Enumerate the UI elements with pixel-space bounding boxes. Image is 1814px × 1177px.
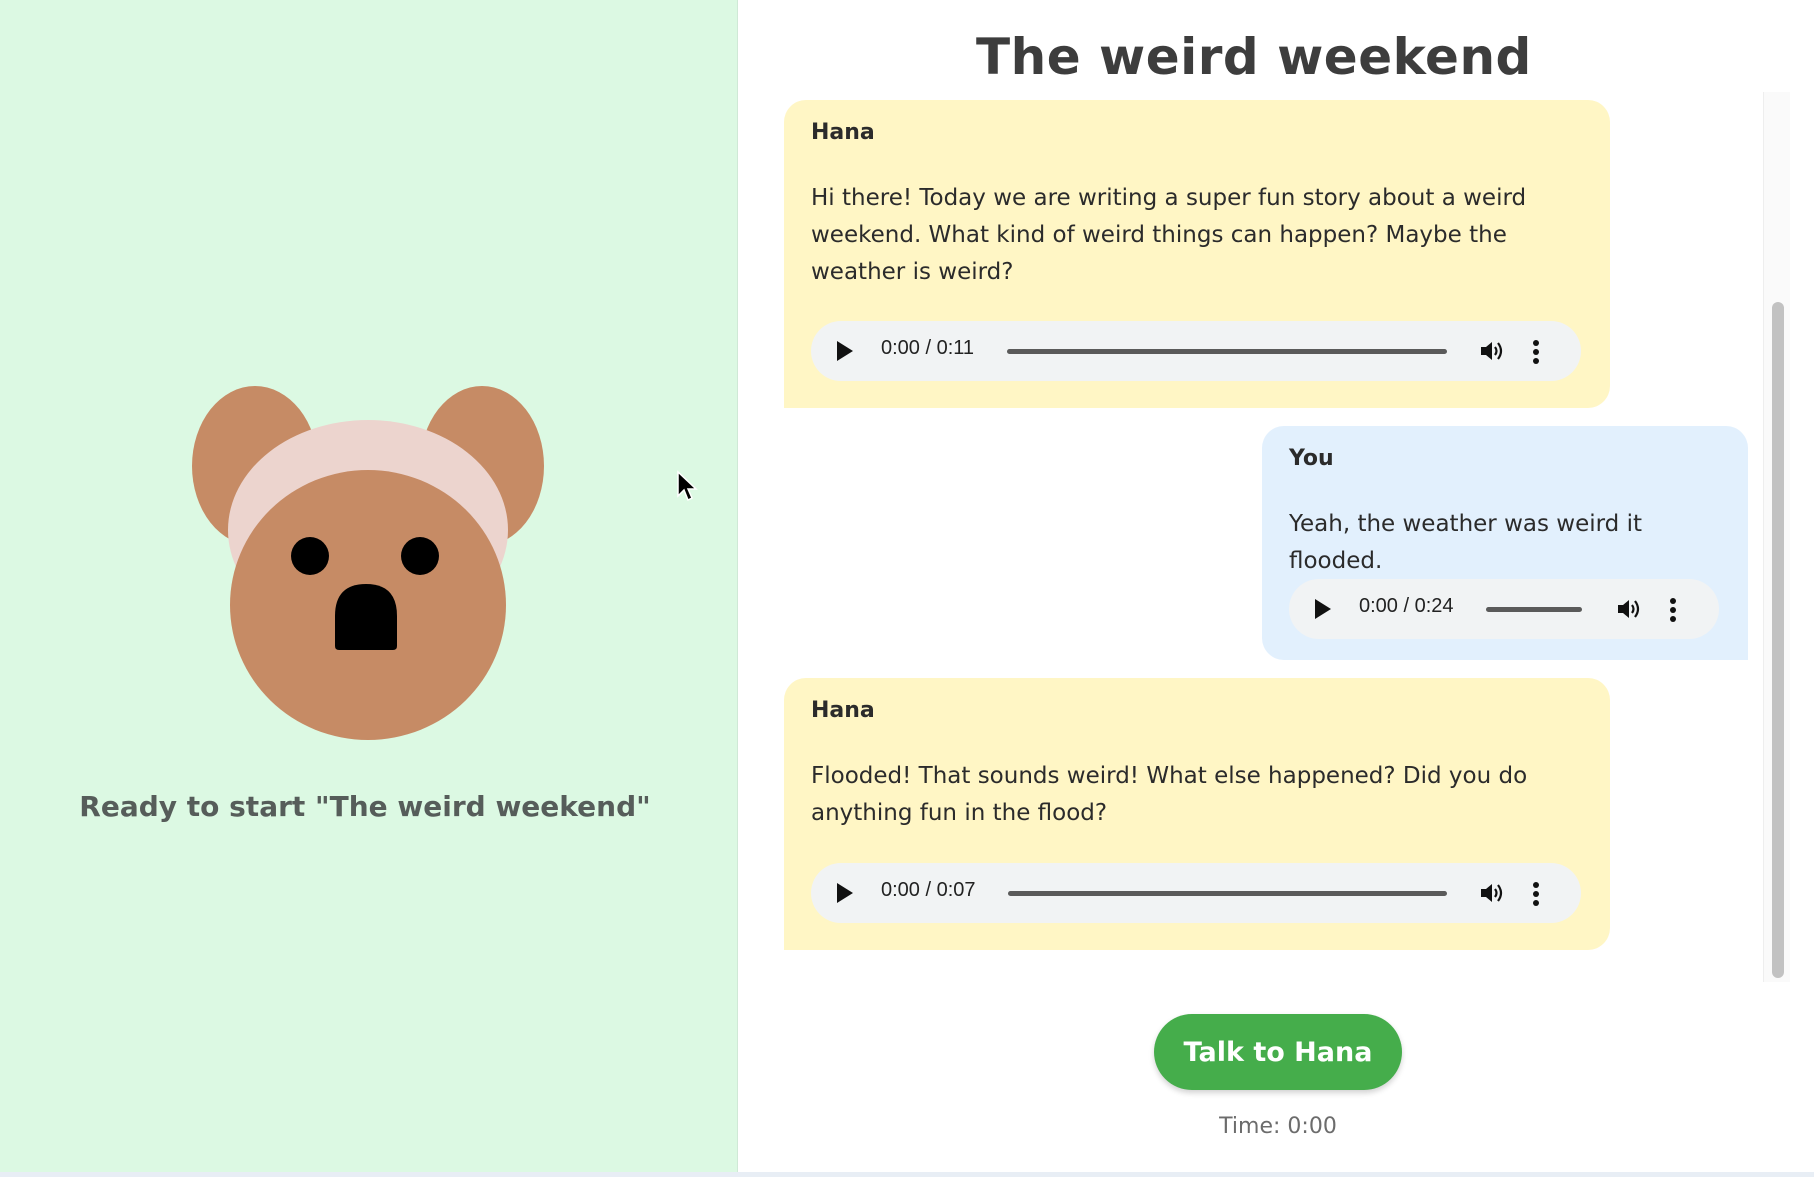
chat-panel: The weird weekend Hana Hi there! Today w… bbox=[738, 0, 1814, 1172]
bear-right-eye bbox=[401, 537, 439, 575]
play-icon[interactable] bbox=[837, 341, 853, 361]
talk-to-hana-button[interactable]: Talk to Hana bbox=[1154, 1014, 1402, 1090]
chat-scrollbar-thumb[interactable] bbox=[1772, 302, 1784, 978]
volume-icon[interactable] bbox=[1479, 881, 1505, 905]
audio-progress-track[interactable] bbox=[1486, 607, 1582, 612]
message-text: Hi there! Today we are writing a super f… bbox=[811, 185, 1527, 285]
message-text: Yeah, the weather was weird it flooded. bbox=[1289, 511, 1642, 574]
volume-icon[interactable] bbox=[1616, 597, 1642, 621]
message-sender: Hana bbox=[811, 120, 875, 145]
hana-message: Hana Flooded! That sounds weird! What el… bbox=[784, 678, 1610, 950]
bear-left-eye bbox=[291, 537, 329, 575]
timer-text: Time: 0:00 bbox=[1219, 1114, 1337, 1139]
chat-messages: Hana Hi there! Today we are writing a su… bbox=[738, 92, 1778, 982]
status-text: Ready to start "The weird weekend" bbox=[79, 790, 651, 823]
audio-progress-track[interactable] bbox=[1008, 891, 1447, 896]
avatar-panel: Ready to start "The weird weekend" bbox=[0, 0, 738, 1172]
play-icon[interactable] bbox=[1315, 599, 1331, 619]
audio-progress-track[interactable] bbox=[1007, 349, 1447, 354]
page-title: The weird weekend bbox=[976, 28, 1532, 86]
volume-icon[interactable] bbox=[1479, 339, 1505, 363]
audio-player[interactable]: 0:00 / 0:24 bbox=[1289, 579, 1719, 639]
message-sender: Hana bbox=[811, 698, 875, 723]
message-sender: You bbox=[1289, 446, 1334, 471]
audio-time: 0:00 / 0:07 bbox=[881, 879, 976, 901]
bear-nose bbox=[335, 584, 397, 650]
audio-player[interactable]: 0:00 / 0:07 bbox=[811, 863, 1581, 923]
hana-message: Hana Hi there! Today we are writing a su… bbox=[784, 100, 1610, 408]
app-window: Ready to start "The weird weekend" The w… bbox=[0, 0, 1814, 1177]
audio-time: 0:00 / 0:11 bbox=[881, 337, 975, 359]
chat-scrollbar[interactable] bbox=[1763, 92, 1790, 982]
message-text: Flooded! That sounds weird! What else ha… bbox=[811, 763, 1528, 826]
play-icon[interactable] bbox=[837, 883, 853, 903]
more-options-icon[interactable] bbox=[1669, 597, 1677, 623]
audio-time: 0:00 / 0:24 bbox=[1359, 595, 1454, 617]
audio-player[interactable]: 0:00 / 0:11 bbox=[811, 321, 1581, 381]
user-message: You Yeah, the weather was weird it flood… bbox=[1262, 426, 1748, 660]
more-options-icon[interactable] bbox=[1532, 881, 1540, 907]
bottom-edge bbox=[0, 1172, 1814, 1177]
bear-avatar bbox=[192, 386, 544, 740]
mouse-cursor-icon bbox=[677, 470, 698, 502]
more-options-icon[interactable] bbox=[1532, 339, 1540, 365]
